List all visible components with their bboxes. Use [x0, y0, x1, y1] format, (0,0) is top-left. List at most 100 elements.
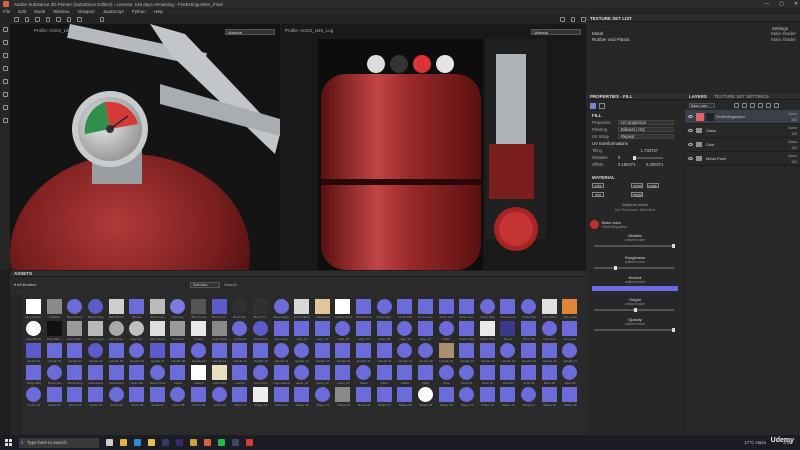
asset-tile[interactable]: Screw 05	[107, 386, 127, 407]
asset-tile[interactable]: Dot Large	[272, 320, 292, 341]
asset-tile[interactable]: Label 1	[189, 364, 209, 385]
layer-opacity[interactable]: 100	[791, 132, 797, 136]
asset-tile[interactable]: Alloy Comm..	[24, 298, 44, 319]
maximize-button[interactable]: ▢	[779, 1, 784, 7]
asset-tile[interactable]: Bevel Tri..	[251, 298, 271, 319]
asset-tile[interactable]: edge_06	[395, 320, 415, 341]
texture-set-settings-tab[interactable]: TEXTURE SET SETTINGS	[714, 94, 769, 99]
uv-wrap-select[interactable]: Repeat	[618, 134, 674, 139]
add-mask-icon[interactable]	[742, 102, 747, 108]
visibility-eye-icon[interactable]	[688, 129, 693, 132]
asset-tile[interactable]: Cloth Fabric	[292, 298, 312, 319]
asset-tile[interactable]: Rivet 03	[498, 364, 518, 385]
asset-tile[interactable]: Rivet 02	[478, 364, 498, 385]
asset-tile[interactable]: Floor Tile	[519, 320, 539, 341]
brush-icon[interactable]	[2, 27, 8, 32]
viewport-3d-mode-select[interactable]: Material	[225, 29, 275, 35]
asset-tile[interactable]: Bolt Hex	[168, 298, 188, 319]
smudge-icon[interactable]	[2, 79, 8, 84]
asset-tile[interactable]: Circle Hole	[478, 298, 498, 319]
display-settings-icon[interactable]	[570, 17, 576, 22]
edge-icon[interactable]	[134, 439, 141, 446]
asset-tile[interactable]: Shape 04	[313, 386, 333, 407]
steam-icon[interactable]	[232, 439, 239, 446]
bake-icon[interactable]	[2, 118, 8, 123]
tiling-value[interactable]: 1.733747	[618, 148, 658, 153]
asset-tile[interactable]: Shape 09	[416, 386, 436, 407]
asset-tile[interactable]: Handle 11	[230, 342, 250, 363]
explorer-icon[interactable]	[148, 439, 155, 446]
asset-tile[interactable]: edge_02	[313, 320, 333, 341]
material-tab-icon[interactable]	[590, 103, 596, 109]
mask-tab-icon[interactable]	[599, 103, 605, 109]
asset-tile[interactable]: Cardboard	[313, 298, 333, 319]
asset-tile[interactable]: Handle 07	[148, 342, 168, 363]
asset-tile[interactable]: Clay Blen..	[45, 320, 65, 341]
asset-tile[interactable]: Logo Rect	[251, 364, 271, 385]
menu-file[interactable]: File	[3, 9, 10, 14]
asset-tile[interactable]: Circle Bolt	[395, 298, 415, 319]
asset-tile[interactable]: Shape 12	[478, 386, 498, 407]
asset-tile[interactable]: Handle 04	[86, 342, 106, 363]
polygon-fill-icon[interactable]	[45, 17, 51, 22]
opacity-slider[interactable]	[594, 328, 675, 332]
asset-tile[interactable]: Handle 15	[313, 342, 333, 363]
asset-tile[interactable]: Screw 10	[210, 386, 230, 407]
asset-tile[interactable]: Handle 21	[437, 342, 457, 363]
windows-start-icon[interactable]	[5, 439, 12, 446]
base-color-row[interactable]: Base color FireExtinguisher	[590, 220, 680, 229]
add-effect-icon[interactable]	[734, 102, 739, 108]
asset-tile[interactable]: Fabric Soft	[478, 320, 498, 341]
asset-tile[interactable]: Clay Rough	[86, 320, 106, 341]
picker-tool-icon[interactable]	[77, 17, 82, 22]
asset-tile[interactable]: panel_01	[292, 364, 312, 385]
normal-swatch[interactable]	[592, 286, 678, 291]
asset-tile[interactable]: edge_03	[333, 320, 353, 341]
asset-tile[interactable]: Bevel Sq..	[230, 298, 250, 319]
asset-tile[interactable]: Handle 02	[45, 342, 65, 363]
texture-set-item[interactable]: Rubber and Plastic Main shader	[586, 37, 800, 43]
paint-tool-icon[interactable]	[14, 17, 19, 22]
asset-tile[interactable]: Pipe	[437, 364, 457, 385]
viewport-2d-mode-select[interactable]: Material	[531, 29, 581, 35]
roughness-slider[interactable]	[594, 266, 674, 270]
viewport-2d[interactable]: Profile: ACES_LBS_Lug Material	[281, 24, 586, 270]
clone-tool-icon[interactable]	[66, 17, 72, 22]
asset-tile[interactable]: Rivet 05	[540, 364, 560, 385]
asset-tile[interactable]: Screw 11	[230, 386, 250, 407]
layer-row[interactable]: Metal Paint Norm 100	[685, 152, 800, 166]
projection-tool-icon[interactable]	[35, 17, 40, 22]
asset-tile[interactable]: Handle 23	[478, 342, 498, 363]
asset-tile[interactable]: Shape 08	[395, 386, 415, 407]
asset-tile[interactable]: Circle Bump	[354, 298, 374, 319]
weather-widget[interactable]: 17°C Haze	[744, 440, 766, 445]
asset-tile[interactable]: Shape 05	[333, 386, 353, 407]
projection-icon[interactable]	[2, 53, 8, 58]
channel-height-button[interactable]: height	[631, 192, 644, 197]
asset-tile[interactable]: Circle Cent..	[416, 298, 436, 319]
asset-tile[interactable]: Bnoise	[127, 298, 147, 319]
asset-tile[interactable]: Handle 24	[498, 342, 518, 363]
asset-tile[interactable]: Screw 07	[148, 386, 168, 407]
asset-tile[interactable]: Cyl Bevel	[230, 320, 250, 341]
asset-tile[interactable]: Label Text	[210, 364, 230, 385]
menu-help[interactable]: Help	[154, 9, 163, 14]
asset-tile[interactable]: Fleece	[498, 320, 518, 341]
asset-tile[interactable]: Brush Line	[189, 298, 209, 319]
layer-opacity[interactable]: 100	[791, 146, 797, 150]
record-icon[interactable]	[246, 439, 253, 446]
menu-mode[interactable]: Mode	[34, 9, 45, 14]
asset-tile[interactable]: Shape 15	[540, 386, 560, 407]
asset-tile[interactable]: Bolt Cross	[148, 298, 168, 319]
channel-metal-button[interactable]: metal	[631, 183, 644, 188]
asset-tile[interactable]: Handle 25	[519, 342, 539, 363]
asset-tile[interactable]: Screw 08	[168, 386, 188, 407]
asset-tile[interactable]: Handle 09	[189, 342, 209, 363]
asset-tile[interactable]: Handle 08	[168, 342, 188, 363]
add-fill-layer-icon[interactable]	[750, 102, 755, 108]
asset-tile[interactable]: Craters	[189, 320, 209, 341]
asset-tile[interactable]: Handle 10	[210, 342, 230, 363]
uv-transform-header[interactable]: UV transformations	[586, 140, 684, 147]
asset-tile[interactable]: Circle Lines	[498, 298, 518, 319]
chrome-icon[interactable]	[120, 439, 127, 446]
